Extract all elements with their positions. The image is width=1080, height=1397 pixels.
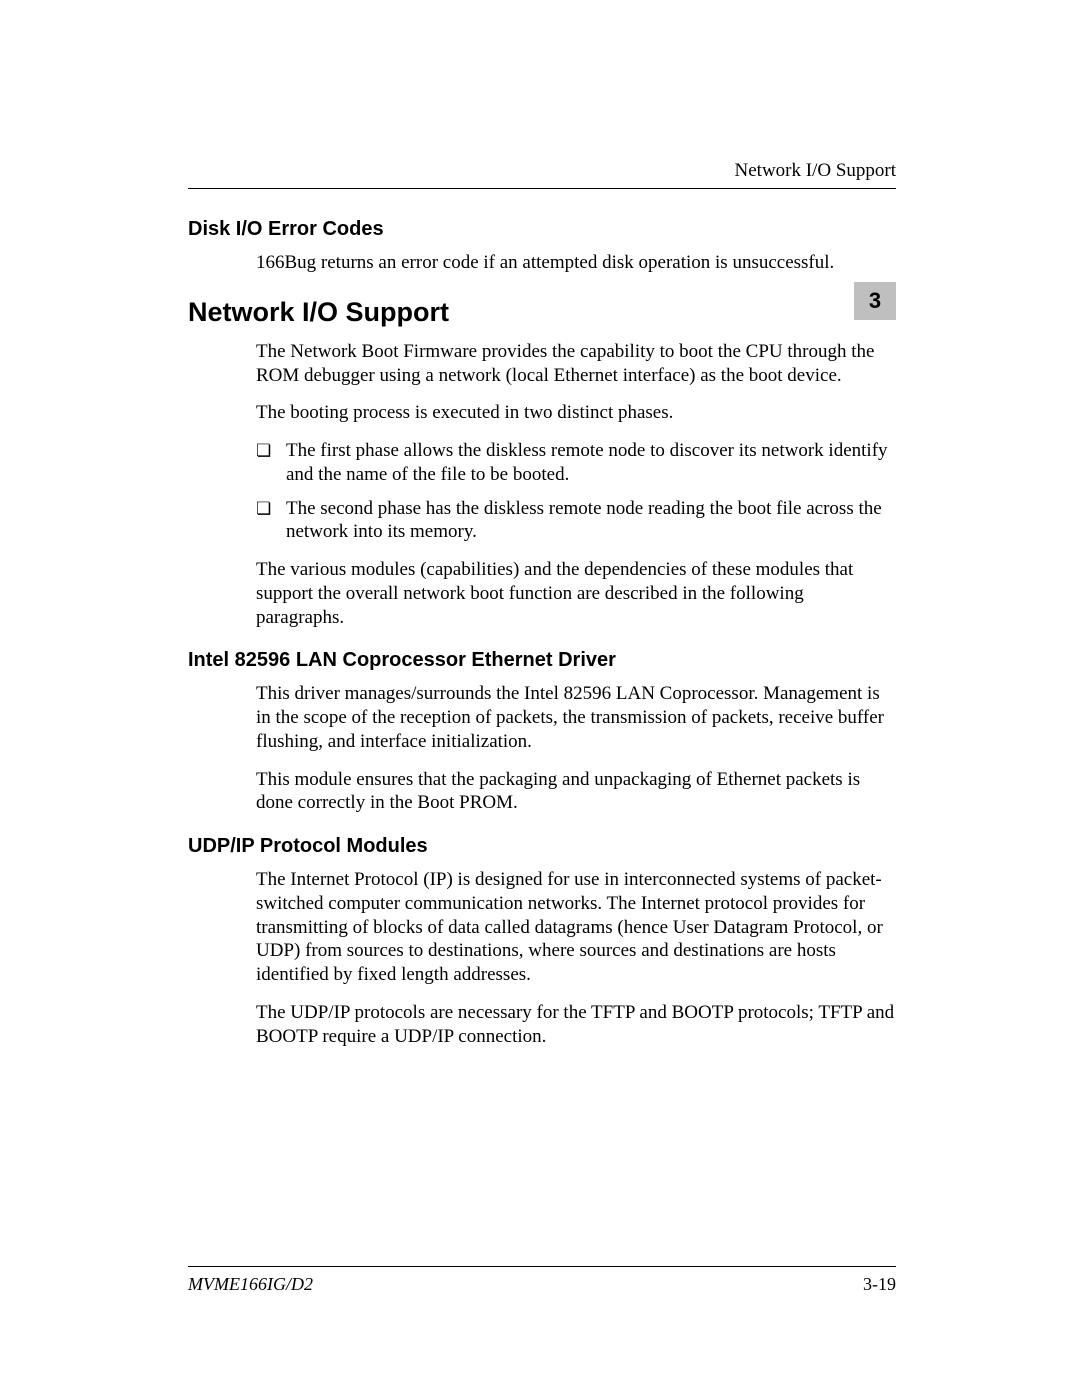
page: Network I/O Support 3 Disk I/O Error Cod… <box>0 0 1080 1397</box>
list-item: The second phase has the diskless remote… <box>256 497 896 545</box>
paragraph: This module ensures that the packaging a… <box>256 768 896 816</box>
paragraph: This driver manages/surrounds the Intel … <box>256 682 896 753</box>
footer-page-number: 3-19 <box>863 1274 896 1295</box>
list-item: The first phase allows the diskless remo… <box>256 439 896 487</box>
heading-intel-82596: Intel 82596 LAN Coprocessor Ethernet Dri… <box>188 649 896 672</box>
body-block: This driver manages/surrounds the Intel … <box>256 682 896 815</box>
footer-doc-id: MVME166IG/D2 <box>188 1274 313 1295</box>
heading-network-io-support: Network I/O Support <box>188 297 896 328</box>
content-area: Disk I/O Error Codes 166Bug returns an e… <box>188 218 896 1062</box>
bullet-list: The first phase allows the diskless remo… <box>256 439 896 544</box>
heading-disk-io-error-codes: Disk I/O Error Codes <box>188 218 896 241</box>
heading-udp-ip: UDP/IP Protocol Modules <box>188 835 896 858</box>
body-block: The Network Boot Firmware provides the c… <box>256 340 896 630</box>
paragraph: The Network Boot Firmware provides the c… <box>256 340 896 388</box>
paragraph: The UDP/IP protocols are necessary for t… <box>256 1001 896 1049</box>
body-block: 166Bug returns an error code if an attem… <box>256 251 896 275</box>
footer-rule <box>188 1266 896 1267</box>
paragraph: The booting process is executed in two d… <box>256 401 896 425</box>
running-head: Network I/O Support <box>735 160 896 182</box>
paragraph: 166Bug returns an error code if an attem… <box>256 251 896 275</box>
body-block: The Internet Protocol (IP) is designed f… <box>256 868 896 1048</box>
paragraph: The various modules (capabilities) and t… <box>256 558 896 629</box>
header-rule <box>188 188 896 189</box>
paragraph: The Internet Protocol (IP) is designed f… <box>256 868 896 987</box>
